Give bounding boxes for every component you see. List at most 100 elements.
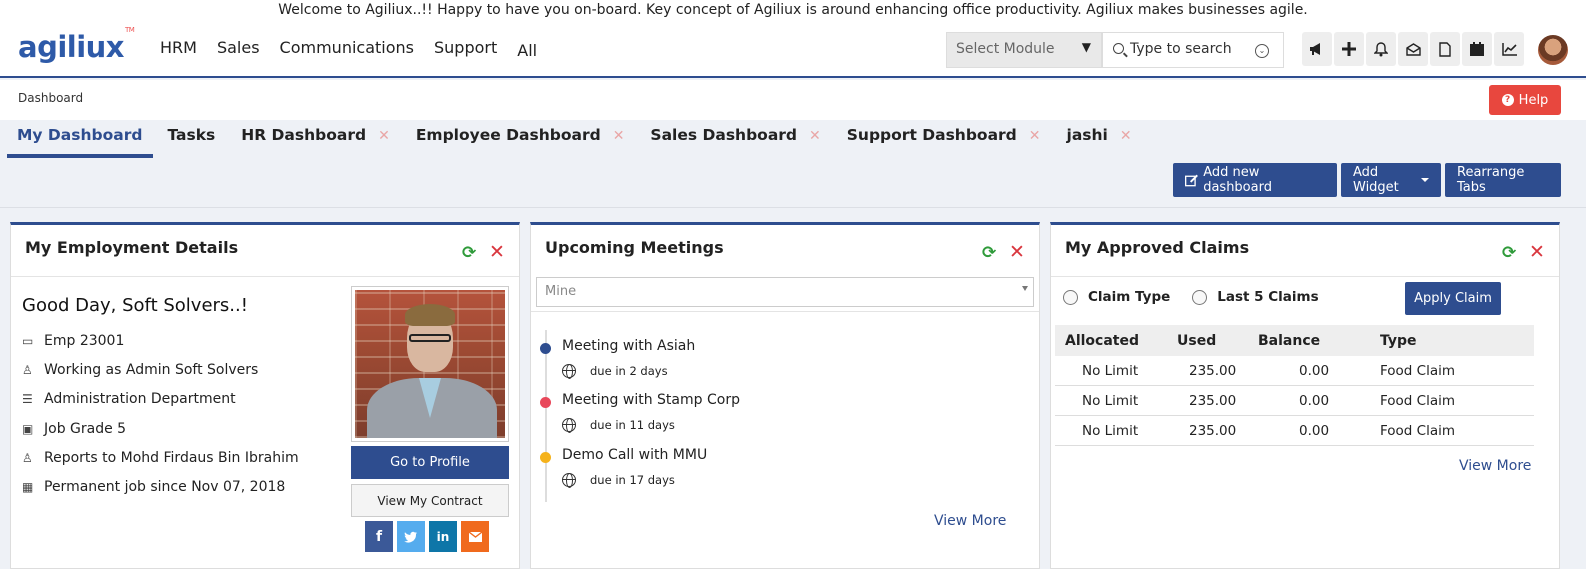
due-text: due in 2 days bbox=[590, 364, 668, 378]
view-contract-button[interactable]: View My Contract bbox=[351, 484, 509, 517]
user-icon: ♙ bbox=[22, 362, 33, 377]
greeting: Good Day, Soft Solvers..! bbox=[22, 295, 248, 316]
tab-label: HR Dashboard bbox=[241, 126, 367, 144]
twitter-icon[interactable] bbox=[397, 521, 425, 552]
module-select-value: Select Module bbox=[956, 41, 1055, 57]
tab-support-dashboard[interactable]: Support Dashboard ✕ bbox=[847, 124, 1041, 158]
add-widget-button[interactable]: Add Widget bbox=[1341, 163, 1441, 197]
calendar-icon[interactable] bbox=[1462, 32, 1492, 66]
linkedin-icon[interactable]: in bbox=[429, 521, 457, 552]
emp-role-row: ♙ Working as Admin Soft Solvers bbox=[22, 355, 299, 384]
close-icon[interactable]: ✕ bbox=[613, 128, 625, 144]
welcome-banner: Welcome to Agiliux..!! Happy to have you… bbox=[0, 0, 1586, 22]
list-icon: ☰ bbox=[22, 392, 33, 407]
card-title: Upcoming Meetings bbox=[545, 238, 724, 257]
tab-label: jashi bbox=[1066, 126, 1108, 144]
meetings-view-more-link[interactable]: View More bbox=[934, 513, 1006, 529]
menu-hrm[interactable]: HRM bbox=[160, 38, 197, 60]
header-balance: Balance bbox=[1258, 332, 1321, 349]
refresh-icon[interactable]: ⟳ bbox=[982, 243, 996, 263]
tab-my-dashboard[interactable]: My Dashboard bbox=[7, 124, 154, 158]
emp-department-row: ☰ Administration Department bbox=[22, 385, 299, 414]
emp-grade-text: Job Grade 5 bbox=[44, 420, 127, 437]
toolbar-icons bbox=[1302, 32, 1524, 66]
close-icon[interactable]: ✕ bbox=[1529, 241, 1545, 263]
dashboard-tabs: My Dashboard Tasks HR Dashboard ✕ Employe… bbox=[0, 124, 1158, 158]
inbox-icon[interactable] bbox=[1398, 32, 1428, 66]
tab-employee-dashboard[interactable]: Employee Dashboard ✕ bbox=[416, 124, 625, 158]
employment-card: My Employment Details ⟳ ✕ Good Day, Soft… bbox=[10, 222, 520, 569]
tab-label: My Dashboard bbox=[17, 126, 143, 144]
chart-icon[interactable] bbox=[1494, 32, 1524, 66]
menu-sales[interactable]: Sales bbox=[217, 38, 260, 60]
sub-header: Dashboard ? Help bbox=[0, 80, 1586, 120]
cell-balance: 0.00 bbox=[1299, 392, 1330, 409]
card-title: My Employment Details bbox=[25, 238, 239, 257]
close-icon[interactable]: ✕ bbox=[1029, 128, 1041, 144]
apply-claim-button[interactable]: Apply Claim bbox=[1405, 282, 1501, 315]
last-5-claims-radio[interactable] bbox=[1192, 289, 1208, 305]
bell-icon[interactable] bbox=[1366, 32, 1396, 66]
claims-view-more-link[interactable]: View More bbox=[1459, 458, 1531, 474]
facebook-icon[interactable]: f bbox=[365, 521, 393, 552]
plus-icon[interactable] bbox=[1334, 32, 1364, 66]
agiliux-logo[interactable]: agiliuxTM bbox=[18, 26, 135, 64]
close-icon[interactable]: ✕ bbox=[489, 241, 505, 263]
cell-balance: 0.00 bbox=[1299, 362, 1330, 379]
close-icon[interactable]: ✕ bbox=[1009, 241, 1025, 263]
question-icon: ? bbox=[1501, 94, 1514, 106]
tab-jashi[interactable]: jashi ✕ bbox=[1067, 124, 1132, 158]
claim-filter: Claim Type Last 5 Claims bbox=[1063, 289, 1319, 305]
refresh-icon[interactable]: ⟳ bbox=[462, 243, 476, 263]
search-icon bbox=[1113, 43, 1124, 54]
menu-all[interactable]: All bbox=[517, 41, 537, 60]
globe-icon bbox=[562, 473, 576, 488]
close-icon[interactable]: ✕ bbox=[1120, 128, 1132, 144]
chevron-circle-icon[interactable]: ⌄ bbox=[1255, 44, 1269, 58]
due-text: due in 17 days bbox=[590, 473, 675, 487]
add-dashboard-button[interactable]: Add new dashboard bbox=[1173, 163, 1337, 197]
table-row: No Limit 235.00 0.00 Food Claim bbox=[1055, 356, 1534, 386]
tab-sales-dashboard[interactable]: Sales Dashboard ✕ bbox=[650, 124, 820, 158]
meeting-filter-select[interactable]: Mine bbox=[536, 277, 1034, 307]
last-5-claims-label: Last 5 Claims bbox=[1217, 289, 1319, 305]
card-title: My Approved Claims bbox=[1065, 238, 1250, 257]
timeline-line bbox=[545, 330, 547, 502]
social-links: f in bbox=[365, 521, 489, 552]
meeting-filter-value: Mine bbox=[545, 284, 577, 299]
claim-type-radio[interactable] bbox=[1063, 289, 1078, 305]
rearrange-label: Rearrange Tabs bbox=[1457, 165, 1525, 195]
document-icon[interactable] bbox=[1430, 32, 1460, 66]
breadcrumb[interactable]: Dashboard bbox=[18, 91, 83, 105]
close-icon[interactable]: ✕ bbox=[809, 128, 821, 144]
chevron-down-icon: ▼ bbox=[1081, 40, 1091, 54]
go-to-profile-button[interactable]: Go to Profile bbox=[351, 446, 509, 479]
module-select[interactable]: Select Module ▼ bbox=[946, 32, 1102, 68]
megaphone-icon[interactable] bbox=[1302, 32, 1332, 66]
cell-type: Food Claim bbox=[1380, 422, 1456, 439]
calendar-icon: ▦ bbox=[22, 480, 34, 495]
dashboard-actions: Add new dashboard Add Widget Rearrange T… bbox=[1173, 163, 1561, 197]
header-type: Type bbox=[1380, 332, 1417, 349]
user-avatar[interactable] bbox=[1538, 35, 1568, 65]
table-row: No Limit 235.00 0.00 Food Claim bbox=[1055, 416, 1534, 446]
meeting-name: Meeting with Stamp Corp bbox=[562, 392, 740, 408]
menu-communications[interactable]: Communications bbox=[280, 38, 414, 60]
refresh-icon[interactable]: ⟳ bbox=[1502, 243, 1516, 263]
close-icon[interactable]: ✕ bbox=[378, 128, 390, 144]
tab-label: Tasks bbox=[167, 126, 216, 144]
menu-support[interactable]: Support bbox=[434, 38, 497, 60]
help-button[interactable]: ? Help bbox=[1489, 85, 1561, 115]
rearrange-tabs-button[interactable]: Rearrange Tabs bbox=[1445, 163, 1561, 197]
emp-grade-row: ▣ Job Grade 5 bbox=[22, 414, 299, 443]
caret-down-icon bbox=[1421, 178, 1429, 182]
caret-down-icon bbox=[1022, 286, 1028, 291]
email-icon[interactable] bbox=[461, 521, 489, 552]
section-divider bbox=[0, 207, 1586, 208]
id-card-icon: ▭ bbox=[22, 333, 34, 348]
filter-divider bbox=[531, 311, 1039, 312]
tab-tasks[interactable]: Tasks bbox=[167, 124, 215, 158]
tab-hr-dashboard[interactable]: HR Dashboard ✕ bbox=[241, 124, 390, 158]
search-input[interactable]: Type to search ⌄ bbox=[1102, 32, 1284, 68]
cell-allocated: No Limit bbox=[1082, 422, 1139, 439]
